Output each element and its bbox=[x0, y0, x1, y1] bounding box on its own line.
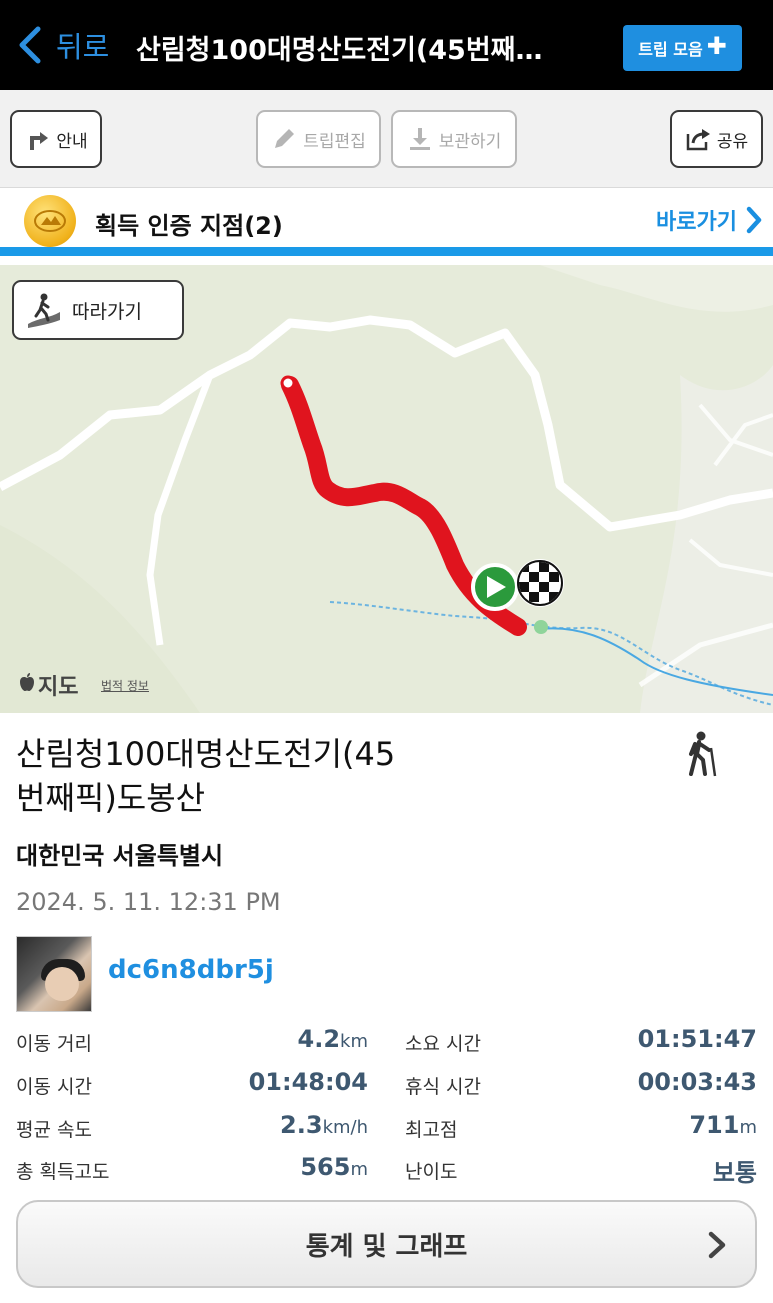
stat-value-avg-speed: 2.3km/h bbox=[280, 1111, 368, 1139]
save-trip-label: 보관하기 bbox=[438, 131, 502, 152]
stat-label-elevation-gain: 총 획득고도 bbox=[16, 1161, 110, 1183]
stats-and-graphs-label: 통계 및 그래프 bbox=[305, 1231, 468, 1262]
finish-marker-icon bbox=[516, 559, 564, 607]
follow-label: 따라가기 bbox=[72, 300, 142, 323]
download-icon bbox=[409, 128, 430, 150]
maps-attribution: 지도 bbox=[18, 669, 78, 701]
stat-value-rest-time: 00:03:43 bbox=[637, 1068, 757, 1096]
guide-label: 안내 bbox=[56, 131, 88, 152]
chevron-right-icon bbox=[708, 1231, 726, 1259]
certification-title: 획득 인증 지점(2) bbox=[95, 212, 283, 240]
apple-logo-icon bbox=[18, 672, 36, 698]
stat-label-distance: 이동 거리 bbox=[16, 1033, 92, 1055]
turn-arrow-icon bbox=[30, 132, 49, 150]
trip-region: 대한민국 서울특별시 bbox=[16, 842, 224, 870]
stats-and-graphs-button[interactable]: 통계 및 그래프 bbox=[16, 1200, 757, 1288]
stat-label-total-time: 소요 시간 bbox=[405, 1033, 481, 1055]
certification-points-bar[interactable]: 획득 인증 지점(2) 바로가기 bbox=[0, 188, 773, 256]
page-title: 산림청100대명산도전기(45번째… bbox=[136, 35, 543, 66]
trip-datetime: 2024. 5. 11. 12:31 PM bbox=[16, 888, 281, 916]
hiker-follow-icon bbox=[28, 293, 60, 328]
action-toolbar: 안내 트립편집 보관하기 공유 bbox=[0, 90, 773, 188]
stat-value-moving-time: 01:48:04 bbox=[248, 1068, 368, 1096]
stat-label-difficulty: 난이도 bbox=[405, 1161, 458, 1183]
edit-trip-button[interactable]: 트립편집 bbox=[256, 110, 381, 168]
stat-label-moving-time: 이동 시간 bbox=[16, 1076, 92, 1098]
top-navigation-bar: 뒤로 산림청100대명산도전기(45번째… 트립 모음 ✚ bbox=[0, 0, 773, 90]
trip-title: 산림청100대명산도전기(45 번째픽)도봉산 bbox=[16, 732, 476, 820]
follow-button[interactable]: 따라가기 bbox=[12, 280, 184, 340]
share-label: 공유 bbox=[716, 131, 749, 152]
route-map[interactable]: 따라가기 지도 법적 정보 bbox=[0, 265, 773, 713]
share-icon bbox=[686, 129, 710, 151]
back-button[interactable]: 뒤로 bbox=[16, 22, 109, 68]
save-trip-button[interactable]: 보관하기 bbox=[391, 110, 517, 168]
stat-value-max-elevation: 711m bbox=[689, 1111, 757, 1139]
legal-info-link[interactable]: 법적 정보 bbox=[101, 677, 149, 694]
username-link[interactable]: dc6n8dbr5j bbox=[108, 955, 274, 985]
avatar[interactable] bbox=[16, 936, 92, 1012]
shortcut-label: 바로가기 bbox=[656, 210, 737, 235]
trip-title-line-2: 번째픽)도봉산 bbox=[16, 779, 206, 817]
stat-label-avg-speed: 평균 속도 bbox=[16, 1119, 92, 1141]
stat-value-distance: 4.2km bbox=[297, 1025, 368, 1053]
medal-icon bbox=[24, 195, 76, 247]
plus-icon: ✚ bbox=[706, 32, 727, 60]
trip-collection-label: 트립 모음 bbox=[638, 40, 703, 59]
trip-collection-button[interactable]: 트립 모음 ✚ bbox=[623, 25, 742, 71]
chevron-left-icon bbox=[19, 26, 41, 64]
back-label: 뒤로 bbox=[56, 30, 110, 64]
start-marker-icon bbox=[471, 563, 519, 611]
shortcut-link[interactable]: 바로가기 bbox=[656, 204, 763, 236]
stat-label-rest-time: 휴식 시간 bbox=[405, 1076, 481, 1098]
stat-label-max-elevation: 최고점 bbox=[405, 1119, 458, 1141]
maps-label: 지도 bbox=[38, 675, 79, 700]
trip-title-line-1: 산림청100대명산도전기(45 bbox=[16, 735, 396, 773]
chevron-right-icon bbox=[746, 206, 762, 234]
hiker-icon bbox=[689, 731, 717, 777]
stat-value-elevation-gain: 565m bbox=[300, 1153, 368, 1181]
stat-value-difficulty: 보통 bbox=[712, 1159, 757, 1187]
pencil-icon bbox=[275, 129, 295, 148]
share-button[interactable]: 공유 bbox=[670, 110, 763, 168]
guide-button[interactable]: 안내 bbox=[10, 110, 102, 168]
stat-value-total-time: 01:51:47 bbox=[637, 1025, 757, 1053]
edit-trip-label: 트립편집 bbox=[303, 131, 366, 152]
